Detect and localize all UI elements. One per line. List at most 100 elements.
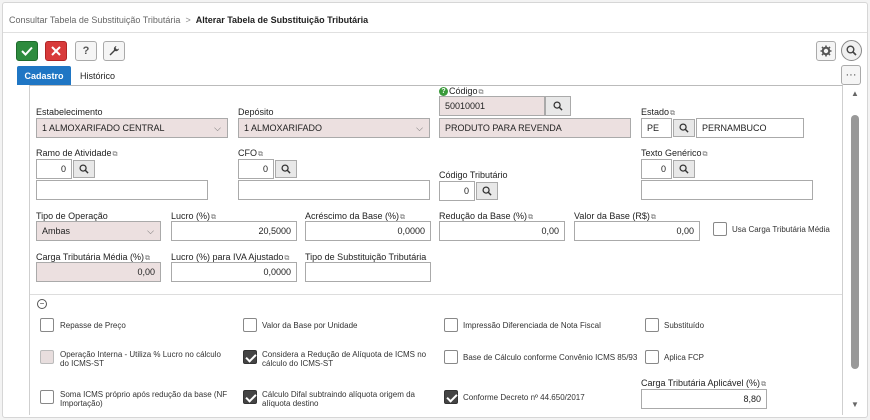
estado-name-value: PERNAMBUCO <box>702 123 767 133</box>
codigo-tributario-search-button[interactable] <box>476 182 498 200</box>
copy-icon[interactable]: ⧉ <box>670 110 675 117</box>
soma-icms-checkbox[interactable] <box>40 390 54 404</box>
copy-icon[interactable]: ⧉ <box>113 151 118 158</box>
repasse-preco-checkbox[interactable] <box>40 318 54 332</box>
valor-base-input[interactable]: 0,00 <box>574 221 700 241</box>
reducao-label-text: Redução da Base (%) <box>439 211 528 221</box>
estado-code-input[interactable]: PE <box>641 118 672 138</box>
tab-historico[interactable]: Histórico <box>80 71 115 81</box>
impressao-diferenciada-label: Impressão Diferenciada de Nota Fiscal <box>463 321 601 330</box>
texto-generico-code-value: 0 <box>660 164 666 174</box>
collapse-toggle[interactable]: − <box>37 299 47 309</box>
estado-label: Estado⧉ <box>641 107 675 118</box>
codigo-label-text: Código <box>449 86 478 96</box>
scrollbar-thumb[interactable] <box>851 115 859 369</box>
substituido-checkbox[interactable] <box>645 318 659 332</box>
tab-cadastro[interactable]: Cadastro <box>17 66 71 85</box>
deposito-select[interactable]: 1 ALMOXARIFADO ⌵ <box>238 118 430 138</box>
estado-label-text: Estado <box>641 107 670 117</box>
search-icon <box>846 45 857 56</box>
section-divider <box>30 294 842 295</box>
breadcrumb-parent-link[interactable]: Consultar Tabela de Substituição Tributá… <box>9 15 180 25</box>
codigo-description-value: PRODUTO PARA REVENDA <box>445 123 562 133</box>
deposito-label: Depósito <box>238 107 274 117</box>
ramo-code-input[interactable]: 0 <box>36 159 72 179</box>
cancel-button[interactable] <box>45 41 67 61</box>
tipo-operacao-label: Tipo de Operação <box>36 211 108 221</box>
window: Consultar Tabela de Substituição Tributá… <box>2 2 868 418</box>
estabelecimento-select[interactable]: 1 ALMOXARIFADO CENTRAL ⌵ <box>36 118 228 138</box>
impressao-diferenciada-checkbox[interactable] <box>444 318 458 332</box>
copy-icon[interactable]: ⧉ <box>703 151 708 158</box>
codigo-search-button[interactable] <box>545 96 571 116</box>
settings-button[interactable] <box>816 41 836 61</box>
usa-carga-checkbox[interactable] <box>713 222 727 236</box>
reducao-input[interactable]: 0,00 <box>439 221 565 241</box>
copy-icon[interactable]: ⧉ <box>258 151 263 158</box>
chevron-down-icon: ⌵ <box>147 226 154 236</box>
carga-aplicavel-input[interactable]: 8,80 <box>641 389 767 409</box>
help-icon[interactable]: ? <box>439 87 448 97</box>
ramo-label-text: Ramo de Atividade <box>36 148 112 158</box>
soma-icms-label: Soma ICMS próprio após redução da base (… <box>60 390 228 408</box>
lucro-value: 20,5000 <box>258 226 291 236</box>
copy-icon[interactable]: ⧉ <box>145 255 150 262</box>
help-button[interactable]: ? <box>75 41 97 61</box>
vertical-scrollbar[interactable]: ▲ ▼ <box>849 87 861 411</box>
carga-aplicavel-label: Carga Tributária Aplicável (%)⧉ <box>641 378 766 389</box>
texto-generico-code-input[interactable]: 0 <box>641 159 672 179</box>
scroll-down-icon[interactable]: ▼ <box>851 400 859 409</box>
texto-generico-search-button[interactable] <box>673 160 695 178</box>
valor-base-unidade-checkbox[interactable] <box>243 318 257 332</box>
tipo-operacao-select[interactable]: Ambas ⌵ <box>36 221 161 241</box>
search-icon <box>79 164 89 174</box>
copy-icon[interactable]: ⧉ <box>479 89 484 96</box>
breadcrumb: Consultar Tabela de Substituição Tributá… <box>9 15 368 25</box>
search-button[interactable] <box>841 40 862 61</box>
tipo-subst-input[interactable] <box>305 262 431 282</box>
cfo-code-input[interactable]: 0 <box>238 159 274 179</box>
codigo-input[interactable]: 50010001 <box>439 96 545 116</box>
copy-icon[interactable]: ⧉ <box>284 255 289 262</box>
tools-button[interactable] <box>103 41 125 61</box>
search-icon <box>553 101 563 111</box>
cfo-search-button[interactable] <box>275 160 297 178</box>
texto-generico-label: Texto Genérico⧉ <box>641 148 708 159</box>
decreto-44650-checkbox[interactable] <box>444 390 458 404</box>
lucro-iva-label-text: Lucro (%) para IVA Ajustado <box>171 252 284 262</box>
copy-icon[interactable]: ⧉ <box>400 214 405 221</box>
copy-icon[interactable]: ⧉ <box>211 214 216 221</box>
convenio-85-93-checkbox[interactable] <box>444 350 458 364</box>
more-options-button[interactable]: ··· <box>841 65 861 85</box>
aplica-fcp-checkbox[interactable] <box>645 350 659 364</box>
copy-icon[interactable]: ⧉ <box>528 214 533 221</box>
considera-reducao-checkbox[interactable] <box>243 350 257 364</box>
estado-search-button[interactable] <box>673 119 695 137</box>
calculo-difal-checkbox[interactable] <box>243 390 257 404</box>
lucro-iva-input[interactable]: 0,0000 <box>171 262 297 282</box>
lucro-iva-value: 0,0000 <box>263 267 291 277</box>
codigo-description: PRODUTO PARA REVENDA <box>439 118 631 138</box>
copy-icon[interactable]: ⧉ <box>761 381 766 388</box>
copy-icon[interactable]: ⧉ <box>651 214 656 221</box>
acrescimo-input[interactable]: 0,0000 <box>305 221 431 241</box>
wrench-icon <box>109 46 119 56</box>
acrescimo-value: 0,0000 <box>397 226 425 236</box>
ramo-label: Ramo de Atividade⧉ <box>36 148 118 159</box>
operacao-interna-label: Operação Interna - Utiliza % Lucro no cá… <box>60 350 221 368</box>
carga-media-value: 0,00 <box>137 267 155 277</box>
operacao-interna-checkbox[interactable] <box>40 350 54 364</box>
estabelecimento-label: Estabelecimento <box>36 107 103 117</box>
scroll-up-icon[interactable]: ▲ <box>851 89 859 98</box>
breadcrumb-separator: > <box>185 15 191 25</box>
usa-carga-label: Usa Carga Tributária Média <box>732 225 830 234</box>
lucro-input[interactable]: 20,5000 <box>171 221 297 241</box>
ramo-code-value: 0 <box>60 164 66 174</box>
aplica-fcp-label: Aplica FCP <box>664 353 705 362</box>
estado-code-value: PE <box>647 123 660 133</box>
ramo-search-button[interactable] <box>73 160 95 178</box>
search-icon <box>281 164 291 174</box>
confirm-button[interactable] <box>16 41 38 61</box>
header-divider <box>3 32 867 33</box>
codigo-tributario-input[interactable]: 0 <box>439 181 475 201</box>
